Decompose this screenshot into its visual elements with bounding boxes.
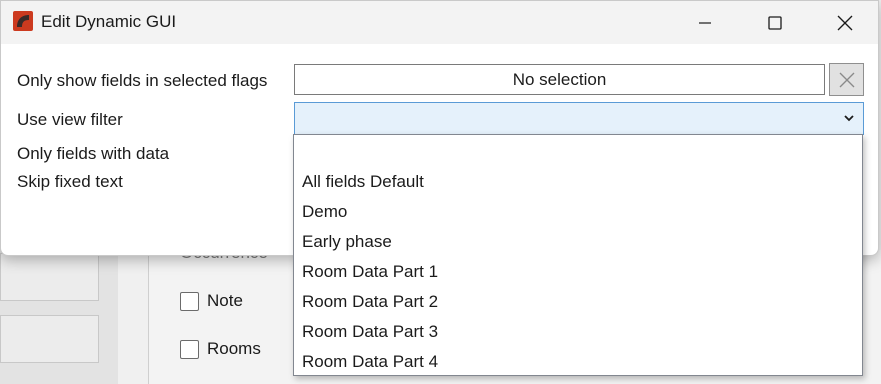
dropdown-option-label: Early phase <box>302 232 392 251</box>
view-filter-dropdown-list: All fields Default Demo Early phase Room… <box>293 134 863 376</box>
flags-label: Only show fields in selected flags <box>17 71 268 90</box>
flags-selection-field[interactable]: No selection <box>294 64 825 95</box>
clear-x-icon <box>839 72 854 87</box>
dropdown-option-label: Room Data Part 3 <box>302 322 439 341</box>
dropdown-option-label: Demo <box>302 202 348 221</box>
minimize-icon <box>699 21 711 24</box>
dropdown-option-label: Room Data Part 1 <box>302 262 439 281</box>
dropdown-option-empty[interactable] <box>294 137 862 167</box>
dropdown-option[interactable]: Demo <box>294 197 862 227</box>
dropdown-option[interactable]: Room Data Part 1 <box>294 257 862 287</box>
chevron-down-icon <box>844 115 854 122</box>
background-checkbox-row: Rooms <box>180 338 261 360</box>
close-button[interactable] <box>810 1 880 44</box>
skip-fixed-text-label: Skip fixed text <box>17 172 123 191</box>
rooms-checkbox[interactable] <box>180 339 199 359</box>
view-filter-label: Use view filter <box>17 110 123 129</box>
view-filter-combobox[interactable] <box>294 102 864 135</box>
app-logo-icon <box>13 11 33 31</box>
dropdown-option[interactable]: Early phase <box>294 227 862 257</box>
maximize-icon <box>768 15 782 30</box>
dropdown-option-label: All fields Default <box>302 172 424 191</box>
background-checkbox-row: Note <box>180 290 243 312</box>
window-title: Edit Dynamic GUI <box>41 12 177 31</box>
background-sidebar-item <box>0 253 99 301</box>
dropdown-option-label: Room Data Part 2 <box>302 292 439 311</box>
dropdown-option[interactable]: Room Data Part 4 <box>294 347 862 377</box>
dropdown-option[interactable]: All fields Default <box>294 167 862 197</box>
maximize-button[interactable] <box>740 1 810 44</box>
minimize-button[interactable] <box>670 1 740 44</box>
note-checkbox[interactable] <box>180 291 199 311</box>
flags-selection-value: No selection <box>512 69 607 89</box>
note-checkbox-label: Note <box>207 291 243 310</box>
dropdown-option-label: Room Data Part 4 <box>302 352 439 371</box>
clear-flags-button[interactable] <box>829 63 864 96</box>
fields-with-data-label: Only fields with data <box>17 144 170 163</box>
dropdown-option[interactable]: Room Data Part 2 <box>294 287 862 317</box>
title-bar[interactable]: Edit Dynamic GUI <box>1 1 878 44</box>
rooms-checkbox-label: Rooms <box>207 339 261 358</box>
background-sidebar-item <box>0 315 99 363</box>
close-icon <box>837 15 853 30</box>
dropdown-option[interactable]: Room Data Part 3 <box>294 317 862 347</box>
